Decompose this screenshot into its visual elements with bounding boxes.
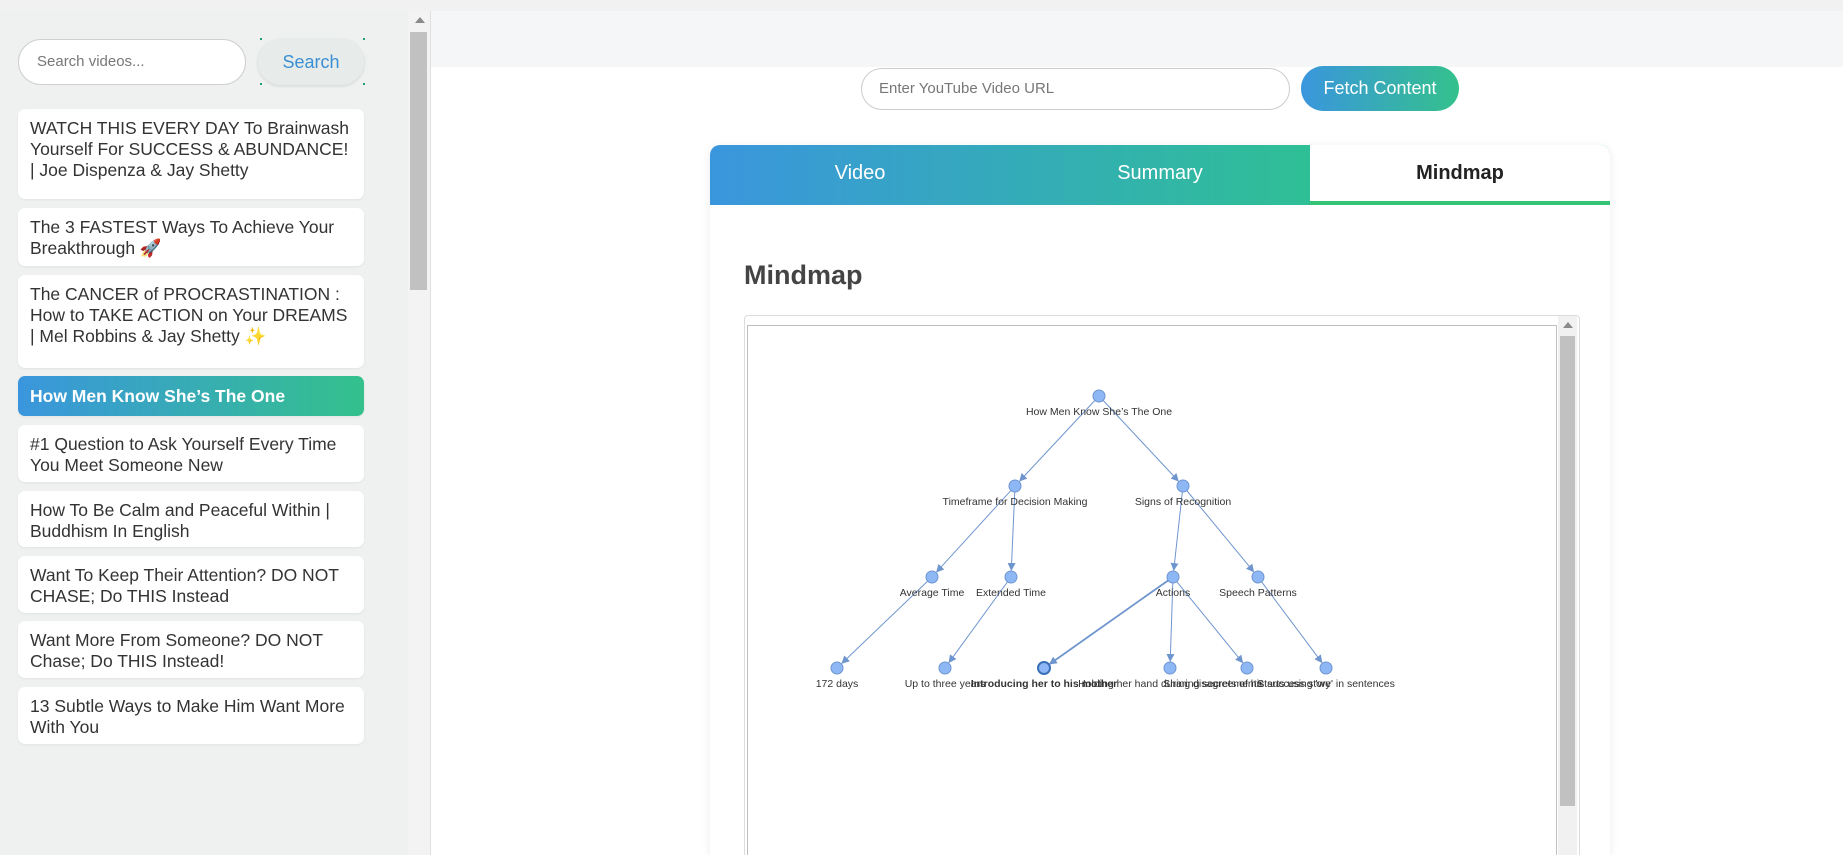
tab-mindmap[interactable]: Mindmap	[1310, 145, 1610, 205]
sidebar: Search videos... Search WATCH THIS EVERY…	[0, 11, 431, 855]
mindmap-frame: How Men Know She’s The One Timeframe for …	[744, 315, 1580, 855]
youtube-url-input[interactable]: Enter YouTube Video URL	[861, 68, 1290, 110]
mindmap-node[interactable]	[1004, 570, 1018, 584]
scrollbar-thumb[interactable]	[410, 32, 427, 290]
mindmap-graph: How Men Know She’s The One Timeframe for …	[816, 389, 1395, 690]
mindmap-node-label: Starts using 'we' in sentences	[1257, 678, 1395, 690]
mindmap-node[interactable]	[830, 661, 844, 675]
content-panel: Video Summary Mindmap Mindmap How Men Kn…	[710, 145, 1610, 855]
search-input[interactable]: Search videos...	[18, 39, 246, 85]
mindmap-node[interactable]	[1251, 570, 1265, 584]
video-list-item[interactable]: #1 Question to Ask Yourself Every Time Y…	[18, 425, 364, 482]
mindmap-edge	[1048, 579, 1169, 665]
mindmap-node-label: Average Time	[900, 587, 965, 599]
mindmap-node[interactable]	[1008, 479, 1022, 493]
mindmap-node-label: Extended Time	[976, 587, 1046, 599]
main-header-band	[431, 11, 1843, 67]
scrollbar-thumb[interactable]	[1560, 336, 1575, 806]
mindmap-node[interactable]	[1092, 389, 1106, 403]
mindmap-node-label: How Men Know She’s The One	[1026, 406, 1172, 418]
mindmap-node-label: Timeframe for Decision Making	[943, 496, 1088, 508]
mindmap-node[interactable]	[1163, 661, 1177, 675]
mindmap-node[interactable]	[1319, 661, 1333, 675]
mindmap-node-label: Speech Patterns	[1219, 587, 1297, 599]
video-list-item[interactable]: The CANCER of PROCRASTINATION : How to T…	[18, 275, 364, 368]
mindmap-scrollbar[interactable]	[1558, 316, 1577, 855]
fetch-content-button[interactable]: Fetch Content	[1301, 66, 1459, 111]
mindmap-node-label: 172 days	[816, 678, 859, 690]
video-list-item[interactable]: 13 Subtle Ways to Make Him Want More Wit…	[18, 687, 364, 744]
mindmap-node-label: Signs of Recognition	[1135, 496, 1231, 508]
mindmap-canvas[interactable]: How Men Know She’s The One Timeframe for …	[747, 325, 1557, 855]
video-list-item-active[interactable]: How Men Know She’s The One	[18, 376, 364, 416]
tab-bar: Video Summary Mindmap	[710, 145, 1610, 205]
sidebar-scrollbar[interactable]	[408, 11, 430, 855]
mindmap-node[interactable]	[925, 570, 939, 584]
mindmap-node[interactable]	[1240, 661, 1254, 675]
mindmap-node[interactable]	[1166, 570, 1180, 584]
mindmap-node-label: Actions	[1156, 587, 1190, 599]
scroll-up-arrow-icon[interactable]	[1563, 322, 1573, 328]
scroll-up-arrow-icon[interactable]	[415, 17, 425, 23]
video-list-item[interactable]: Want To Keep Their Attention? DO NOT CHA…	[18, 556, 364, 613]
video-list-item[interactable]: How To Be Calm and Peaceful Within | Bud…	[18, 491, 364, 547]
tab-summary[interactable]: Summary	[1010, 145, 1310, 205]
section-title: Mindmap	[744, 260, 863, 290]
mindmap-node[interactable]	[1176, 479, 1190, 493]
video-list-item[interactable]: Want More From Someone? DO NOT Chase; Do…	[18, 621, 364, 678]
video-list-item[interactable]: The 3 FASTEST Ways To Achieve Your Break…	[18, 208, 364, 266]
mindmap-node[interactable]	[1037, 661, 1051, 675]
search-button[interactable]: Search	[258, 38, 365, 85]
video-list-item[interactable]: WATCH THIS EVERY DAY To Brainwash Yourse…	[18, 109, 364, 199]
mindmap-node[interactable]	[938, 661, 952, 675]
tab-video[interactable]: Video	[710, 145, 1010, 205]
